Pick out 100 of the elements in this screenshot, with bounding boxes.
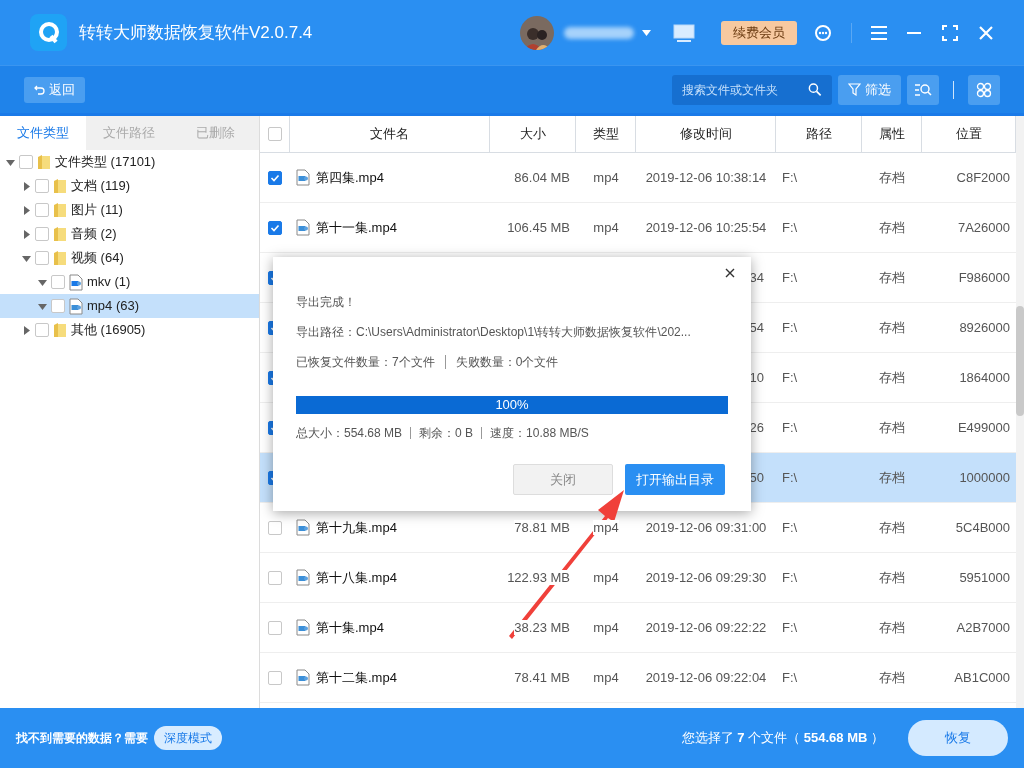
renew-vip-button[interactable]: 续费会员: [721, 20, 797, 45]
video-file-icon: [296, 569, 310, 586]
recover-button[interactable]: 恢复: [908, 720, 1008, 756]
file-position: 8926000: [959, 319, 1010, 335]
avatar[interactable]: [520, 15, 554, 50]
tree-item[interactable]: 文档 (119): [0, 174, 259, 198]
maximize-icon[interactable]: [942, 24, 958, 41]
checkbox[interactable]: [51, 275, 65, 289]
minimize-icon[interactable]: [906, 30, 922, 35]
collapse-caret-icon[interactable]: [38, 301, 47, 311]
video-file-icon: [69, 297, 83, 315]
selection-summary: 您选择了 7 个文件（ 554.68 MB ）: [681, 729, 884, 748]
checkbox[interactable]: [35, 251, 49, 265]
file-path: F:\: [782, 569, 798, 585]
modified-time: 2019-12-06 10:38:14: [645, 169, 767, 185]
file-position: A2B7000: [956, 619, 1010, 635]
modified-time: 2019-12-06 09:31:00: [645, 519, 767, 535]
folder-icon: [53, 202, 67, 218]
transfer-speed: 速度：10.88 MB/S: [490, 425, 589, 442]
column-header[interactable]: 文件名: [290, 116, 490, 152]
checkbox[interactable]: [19, 155, 33, 169]
search-icon[interactable]: [808, 82, 822, 97]
file-path: F:\: [782, 419, 798, 435]
column-header[interactable]: 修改时间: [636, 116, 776, 152]
modified-time: 34: [749, 269, 764, 285]
checkbox[interactable]: [268, 670, 282, 685]
deep-mode-button[interactable]: 深度模式: [154, 726, 222, 750]
checkmark-icon: [270, 172, 280, 183]
folder-icon: [53, 178, 67, 194]
collapse-caret-icon[interactable]: [6, 157, 15, 167]
checkbox[interactable]: [268, 620, 282, 635]
recovered-count: 已恢复文件数量：7个文件: [296, 354, 435, 371]
tree-label: 文档 (119): [71, 177, 130, 196]
tree-item[interactable]: 文件类型 (17101): [0, 150, 259, 174]
support-icon[interactable]: [813, 22, 833, 43]
modified-time: 2019-12-06 09:29:30: [645, 569, 767, 585]
file-position: C8F2000: [956, 169, 1010, 185]
folder-icon: [53, 226, 67, 242]
file-path: F:\: [782, 319, 798, 335]
checkbox[interactable]: [268, 220, 282, 235]
column-header[interactable]: 大小: [490, 116, 576, 152]
tree-label: 其他 (16905): [71, 321, 146, 340]
checkbox[interactable]: [268, 170, 282, 185]
collapse-caret-icon[interactable]: [38, 277, 47, 287]
menu-icon[interactable]: [870, 24, 888, 41]
file-position: 1000000: [959, 469, 1010, 485]
tree-item[interactable]: 其他 (16905): [0, 318, 259, 342]
file-path: F:\: [782, 369, 798, 385]
tree-item[interactable]: 音频 (2): [0, 222, 259, 246]
column-header[interactable]: 类型: [576, 116, 636, 152]
modified-time: 2019-12-06 09:22:04: [645, 669, 767, 685]
expand-caret-icon[interactable]: [22, 229, 31, 239]
export-path: 导出路径：C:\Users\Administrator\Desktop\1\转转大师数据恢复软件\202...: [296, 324, 692, 341]
tree-label: 视频 (64): [71, 249, 124, 268]
file-type: mp4: [593, 519, 619, 535]
search-field[interactable]: 搜索文件或文件夹: [672, 74, 832, 105]
file-path: F:\: [782, 269, 798, 285]
tree-item[interactable]: 图片 (11): [0, 198, 259, 222]
window-title: 转转大师数据恢复软件V2.0.7.4: [79, 21, 313, 44]
file-attribute: 存档: [879, 669, 905, 685]
file-name: 第十八集.mp4: [316, 568, 397, 587]
tree-label: mp4 (63): [87, 297, 140, 316]
expand-caret-icon[interactable]: [22, 325, 31, 335]
file-attribute: 存档: [879, 319, 905, 335]
tree-item[interactable]: 视频 (64): [0, 246, 259, 270]
file-path: F:\: [782, 519, 798, 535]
checkbox[interactable]: [51, 299, 65, 313]
file-name: 第十集.mp4: [316, 618, 384, 637]
checkbox[interactable]: [35, 323, 49, 337]
checkbox[interactable]: [35, 203, 49, 217]
failed-count: 失败数量：0个文件: [455, 354, 559, 371]
file-name: 第十九集.mp4: [316, 518, 397, 537]
tree-item[interactable]: mkv (1): [0, 270, 259, 294]
checkbox[interactable]: [268, 570, 282, 585]
column-header[interactable]: 路径: [776, 116, 862, 152]
list-search-button[interactable]: [907, 74, 939, 105]
checkbox[interactable]: [35, 227, 49, 241]
file-path: F:\: [782, 469, 798, 485]
file-name: 第四集.mp4: [316, 168, 384, 187]
file-path: F:\: [782, 219, 798, 235]
funnel-icon: [848, 83, 861, 96]
checkbox[interactable]: [268, 520, 282, 535]
grid-view-button[interactable]: [968, 74, 1000, 105]
expand-caret-icon[interactable]: [22, 205, 31, 215]
search-input[interactable]: 搜索文件或文件夹: [682, 80, 809, 99]
tree-item[interactable]: mp4 (63): [0, 294, 259, 318]
monitor-icon[interactable]: [673, 22, 695, 43]
folder-icon: [53, 322, 67, 338]
dropdown-caret-icon[interactable]: [642, 29, 651, 36]
scrollbar[interactable]: [1016, 116, 1024, 708]
checkbox[interactable]: [267, 127, 282, 141]
progress-label: 100%: [494, 396, 530, 414]
file-attribute: 存档: [879, 419, 905, 435]
checkbox[interactable]: [35, 179, 49, 193]
close-icon[interactable]: [725, 267, 737, 279]
column-header[interactable]: 属性: [862, 116, 922, 152]
expand-caret-icon[interactable]: [22, 181, 31, 191]
collapse-caret-icon[interactable]: [22, 253, 31, 263]
remaining-size: 剩余：0 B: [419, 425, 474, 442]
file-name: 第十一集.mp4: [316, 218, 397, 237]
